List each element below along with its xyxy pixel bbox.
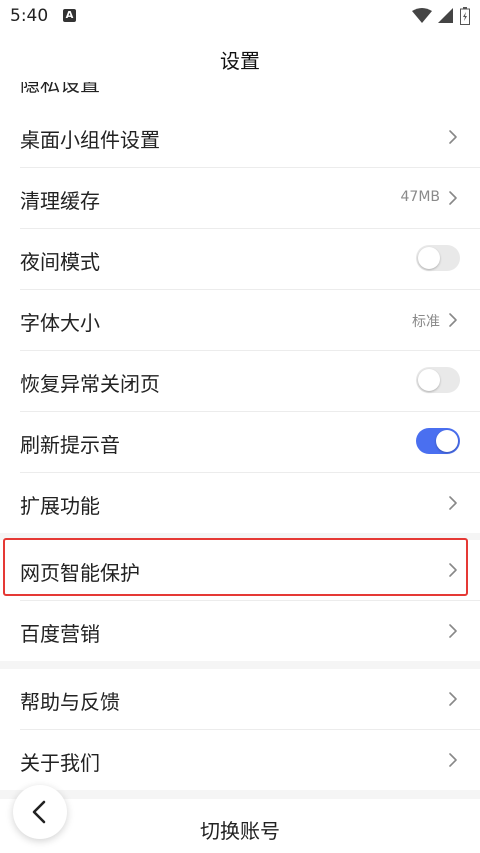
bottom-bar: 切换账号 — [0, 799, 480, 853]
settings-row[interactable]: 刷新提示音 — [20, 412, 480, 473]
settings-item-label: 清理缓存 — [20, 189, 100, 213]
settings-item-label: 帮助与反馈 — [20, 690, 120, 714]
toggle-switch[interactable] — [416, 245, 460, 271]
status-bar: 5:40 A — [0, 0, 480, 34]
settings-row[interactable]: 关于我们 — [20, 730, 480, 790]
signal-icon — [438, 8, 453, 23]
toggle-switch[interactable] — [416, 367, 460, 393]
chevron-right-icon — [449, 692, 457, 706]
settings-row[interactable]: 清理缓存 47MB — [20, 168, 480, 229]
settings-item-label: 关于我们 — [20, 751, 100, 775]
chevron-right-icon — [449, 563, 457, 577]
wifi-icon — [412, 8, 432, 23]
settings-row[interactable]: 恢复异常关闭页 — [20, 351, 480, 412]
settings-item-label: 字体大小 — [20, 311, 100, 335]
settings-item-label: 百度营销 — [20, 622, 100, 646]
battery-icon — [460, 7, 470, 25]
settings-item-label: 扩展功能 — [20, 494, 100, 518]
settings-item-label: 恢复异常关闭页 — [20, 372, 160, 396]
settings-item-label: 桌面小组件设置 — [20, 128, 160, 152]
settings-item-label: 网页智能保护 — [20, 561, 140, 585]
settings-row[interactable]: 帮助与反馈 — [20, 669, 480, 730]
settings-item-label: 夜间模式 — [20, 250, 100, 274]
settings-row[interactable]: 扩展功能 — [20, 473, 480, 533]
page-header: 设置 — [0, 34, 480, 83]
status-time: 5:40 — [10, 6, 49, 26]
settings-item-label: 刷新提示音 — [20, 433, 120, 457]
chevron-right-icon — [449, 496, 457, 510]
toggle-knob — [436, 430, 458, 452]
settings-item-value: 47MB — [400, 189, 441, 205]
toggle-knob — [418, 247, 440, 269]
settings-group-about: 帮助与反馈 关于我们 — [0, 669, 480, 790]
settings-row[interactable]: 夜间模式 — [20, 229, 480, 290]
switch-account-button[interactable]: 切换账号 — [0, 815, 480, 844]
settings-row[interactable]: 桌面小组件设置 — [20, 107, 480, 168]
toggle-knob — [418, 369, 440, 391]
settings-row[interactable]: 网页智能保护 — [20, 540, 480, 601]
chevron-right-icon — [449, 624, 457, 638]
back-button[interactable] — [13, 785, 67, 839]
chevron-right-icon — [449, 313, 457, 327]
settings-item-value: 标准 — [412, 314, 440, 330]
toggle-switch[interactable] — [416, 428, 460, 454]
chevron-right-icon — [449, 130, 457, 144]
settings-group-services: 网页智能保护 百度营销 — [0, 540, 480, 661]
settings-row[interactable]: 字体大小 标准 — [20, 290, 480, 351]
settings-item-label: 隐私设置 — [20, 82, 100, 96]
chevron-right-icon — [449, 191, 457, 205]
settings-item-privacy[interactable]: 隐私设置 — [0, 82, 480, 107]
chevron-right-icon — [449, 753, 457, 767]
settings-row[interactable]: 百度营销 — [20, 601, 480, 661]
settings-group-general: 桌面小组件设置 清理缓存 47MB 夜间模式字体大小 标准恢复异常关闭页 刷新提示音扩展功… — [0, 107, 480, 533]
chevron-left-icon — [32, 800, 46, 824]
page-title: 设置 — [220, 49, 260, 73]
notification-a-icon: A — [63, 9, 76, 22]
